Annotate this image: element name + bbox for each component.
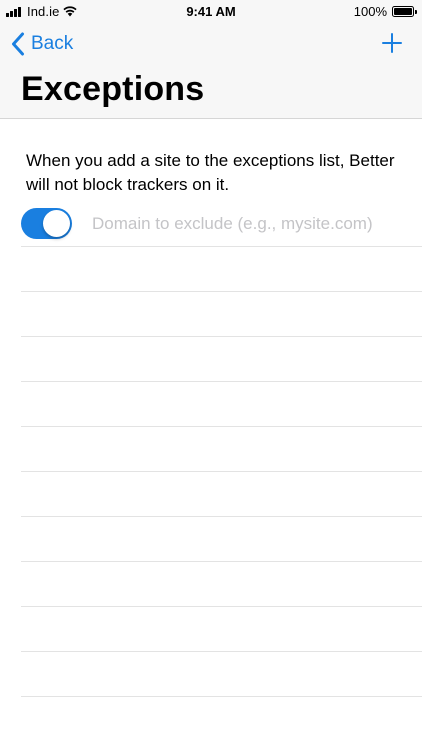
exception-toggle[interactable] bbox=[21, 208, 72, 239]
empty-list bbox=[21, 246, 422, 741]
chevron-left-icon bbox=[12, 32, 24, 56]
battery-cap bbox=[415, 9, 417, 14]
list-row bbox=[21, 426, 422, 471]
list-row bbox=[21, 291, 422, 336]
list-row bbox=[21, 381, 422, 426]
list-row bbox=[21, 471, 422, 516]
back-button[interactable]: Back bbox=[11, 30, 73, 58]
status-bar: Ind.ie 9:41 AM 100% bbox=[0, 0, 422, 22]
list-row bbox=[21, 516, 422, 561]
battery-fill bbox=[394, 8, 412, 15]
toggle-knob bbox=[43, 210, 70, 237]
list-row bbox=[21, 561, 422, 606]
battery-icon bbox=[392, 6, 414, 17]
list-row bbox=[21, 606, 422, 651]
screen: Ind.ie 9:41 AM 100% Back Exceptions When… bbox=[0, 0, 422, 750]
page-title: Exceptions bbox=[21, 70, 205, 108]
list-row bbox=[21, 336, 422, 381]
plus-icon[interactable] bbox=[382, 33, 402, 53]
list-row bbox=[21, 651, 422, 696]
domain-input[interactable] bbox=[92, 211, 402, 237]
battery-percentage: 100% bbox=[353, 4, 387, 19]
list-row bbox=[21, 246, 422, 291]
list-row bbox=[21, 696, 422, 741]
header: Ind.ie 9:41 AM 100% Back Exceptions bbox=[0, 0, 422, 119]
exceptions-description: When you add a site to the exceptions li… bbox=[26, 151, 395, 194]
back-label: Back bbox=[31, 33, 74, 54]
